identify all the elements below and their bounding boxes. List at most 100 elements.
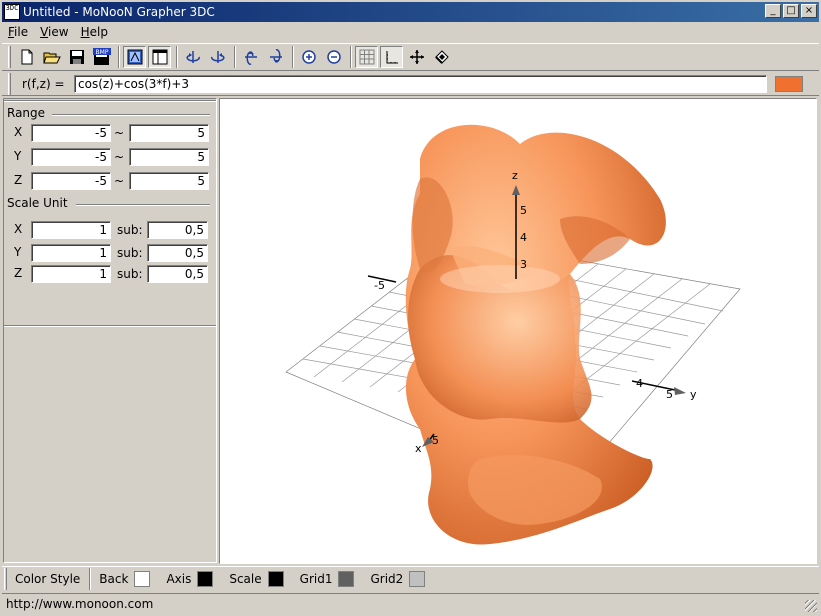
- status-bar: http://www.monoon.com: [2, 593, 819, 614]
- axis-button[interactable]: [380, 46, 403, 68]
- move-icon: [409, 50, 424, 64]
- bmp-text: BMP: [95, 49, 108, 56]
- grid2-color-swatch[interactable]: [409, 570, 426, 587]
- grid1-color-item: Grid1: [300, 570, 355, 587]
- scale-y-sub-label: sub:: [117, 246, 143, 260]
- zoom-out-icon: [326, 50, 341, 64]
- save-icon: [69, 50, 84, 64]
- resize-grip[interactable]: [805, 600, 817, 612]
- range-x-min-field[interactable]: -5: [31, 124, 111, 142]
- axis-color-swatch[interactable]: [197, 570, 214, 587]
- zoom-in-icon: [301, 50, 316, 64]
- toolbar-grip[interactable]: [8, 46, 11, 68]
- menu-bar: File View Help: [2, 22, 819, 42]
- zoom-out-button[interactable]: [322, 46, 345, 68]
- scale-x-label: X: [14, 222, 23, 236]
- range-y-tilde: ~: [114, 150, 125, 164]
- scale-x-sub-field[interactable]: 0,5: [147, 221, 208, 239]
- new-file-button[interactable]: [15, 46, 38, 68]
- maximize-button[interactable]: □: [783, 4, 799, 18]
- open-button[interactable]: [40, 46, 63, 68]
- z-tick-4: 4: [520, 231, 527, 244]
- z-axis-label: z: [512, 169, 518, 182]
- range-x-label: X: [14, 125, 23, 139]
- back-color-swatch[interactable]: [134, 570, 151, 587]
- panel-splitter[interactable]: [4, 325, 216, 327]
- scale-y-label: Y: [14, 245, 22, 259]
- grid-button[interactable]: [355, 46, 378, 68]
- grid-icon: [359, 49, 374, 65]
- save-button[interactable]: [65, 46, 88, 68]
- range-x-tilde: ~: [114, 126, 125, 140]
- scale-y-unit-field[interactable]: 1: [31, 244, 111, 262]
- back-color-item: Back: [99, 570, 151, 587]
- rotate-up-icon: [244, 51, 257, 65]
- surface-plot[interactable]: z 5 4 3 -5 4 5 y 5 x: [220, 99, 816, 563]
- fill-button[interactable]: [430, 46, 453, 68]
- grid2-color-label: Grid2: [370, 571, 404, 586]
- surface-highlight: [440, 265, 560, 293]
- scale-x-sub-label: sub:: [117, 223, 143, 237]
- close-button[interactable]: ×: [801, 4, 817, 18]
- surface-mesh: [405, 124, 666, 545]
- minimize-button[interactable]: _: [765, 4, 781, 18]
- scale-z-unit-field[interactable]: 1: [31, 265, 111, 283]
- formula-bar: r(f,z) = cos(z)+cos(3*f)+3: [2, 72, 819, 96]
- rotate-up-button[interactable]: [239, 46, 262, 68]
- color-style-separator: [89, 567, 92, 590]
- scale-z-label: Z: [14, 266, 23, 280]
- x-axis-label: x: [415, 442, 422, 455]
- rotate-left-button[interactable]: [181, 46, 204, 68]
- view-3d-button[interactable]: [123, 46, 146, 68]
- range-y-max-field[interactable]: 5: [129, 148, 209, 166]
- scale-z-sub-label: sub:: [117, 267, 143, 281]
- range-divider: [52, 114, 210, 116]
- toolbar-separator: [350, 46, 352, 68]
- y-tick-5: 5: [666, 388, 673, 401]
- toolbar-separator: [292, 46, 294, 68]
- menu-help[interactable]: Help: [75, 25, 114, 39]
- rotate-right-button[interactable]: [206, 46, 229, 68]
- formula-input[interactable]: cos(z)+cos(3*f)+3: [74, 75, 767, 93]
- grid1-color-swatch[interactable]: [338, 570, 355, 587]
- range-z-min-field[interactable]: -5: [31, 172, 111, 190]
- rotate-down-icon: [269, 49, 282, 63]
- color-style-grip[interactable]: [4, 567, 7, 590]
- zoom-in-button[interactable]: [297, 46, 320, 68]
- panel-toggle-button[interactable]: [148, 46, 171, 68]
- range-y-min-field[interactable]: -5: [31, 148, 111, 166]
- surface-color-button[interactable]: [775, 76, 803, 92]
- rotate-down-button[interactable]: [264, 46, 287, 68]
- z-tick-3: 3: [520, 258, 527, 271]
- scale-y-sub-field[interactable]: 0,5: [147, 244, 208, 262]
- save-bmp-button[interactable]: BMP: [90, 46, 113, 68]
- range-y-label: Y: [14, 149, 22, 163]
- toolbar-separator: [176, 46, 178, 68]
- toolbar-separator: [234, 46, 236, 68]
- app-icon[interactable]: 3DC: [4, 4, 20, 20]
- range-x-max-field[interactable]: 5: [129, 124, 209, 142]
- range-z-tilde: ~: [114, 174, 125, 188]
- new-file-icon: [21, 49, 32, 65]
- title-bar[interactable]: 3DC Untitled - MoNooN Grapher 3DC _ □ ×: [2, 2, 819, 22]
- move-button[interactable]: [405, 46, 428, 68]
- settings-panel: Range X -5 ~ 5 Y -5 ~ 5 Z -5 ~ 5 Scale U…: [3, 98, 217, 563]
- range-title: Range: [7, 106, 46, 120]
- graph-canvas[interactable]: z 5 4 3 -5 4 5 y 5 x: [219, 98, 817, 564]
- window-controls: _ □ ×: [765, 4, 817, 18]
- save-bmp-icon: BMP: [92, 48, 111, 65]
- scale-color-label: Scale: [229, 571, 262, 586]
- y-axis-arrow: [674, 387, 686, 395]
- scale-color-swatch[interactable]: [267, 570, 284, 587]
- back-color-label: Back: [99, 571, 129, 586]
- scale-x-unit-field[interactable]: 1: [31, 221, 111, 239]
- menu-file[interactable]: File: [2, 25, 34, 39]
- menu-view[interactable]: View: [34, 25, 74, 39]
- rotate-right-icon: [210, 51, 224, 63]
- y-axis-label: y: [690, 388, 697, 401]
- scale-z-sub-field[interactable]: 0,5: [147, 265, 208, 283]
- view-3d-icon: [127, 49, 142, 65]
- formula-grip[interactable]: [8, 73, 11, 95]
- range-z-max-field[interactable]: 5: [129, 172, 209, 190]
- scale-unit-title: Scale Unit: [7, 196, 68, 210]
